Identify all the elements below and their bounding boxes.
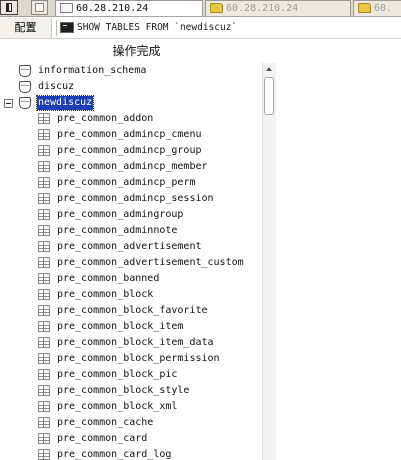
tree-scrollbar[interactable] — [262, 63, 276, 460]
table-name: pre_common_addon — [57, 113, 154, 124]
tree-item-table[interactable]: pre_common_admincp_perm — [0, 175, 262, 191]
table-name: pre_common_admingroup — [57, 209, 184, 220]
tab-connection-2[interactable]: 60.28.210.24 — [205, 0, 351, 16]
table-icon — [38, 193, 50, 204]
table-name: pre_common_block_item_data — [57, 337, 214, 348]
new-tab-button[interactable] — [31, 0, 48, 15]
collapse-icon[interactable] — [4, 99, 13, 108]
table-name: pre_common_block_style — [57, 385, 190, 396]
table-icon — [38, 177, 50, 188]
tree-item-table[interactable]: pre_common_advertisement_custom — [0, 255, 262, 271]
tree-item-database[interactable]: discuz — [0, 79, 262, 95]
table-icon — [38, 337, 50, 348]
tree-item-table[interactable]: pre_common_admingroup — [0, 207, 262, 223]
tree-item-table[interactable]: pre_common_admincp_cmenu — [0, 127, 262, 143]
table-icon — [38, 401, 50, 412]
tree-item-table[interactable]: pre_common_block_style — [0, 383, 262, 399]
tree-item-table[interactable]: pre_common_banned — [0, 271, 262, 287]
table-name: pre_common_banned — [57, 273, 160, 284]
database-icon — [19, 97, 31, 109]
database-icon — [19, 81, 31, 93]
panel-toggle-button[interactable] — [0, 0, 18, 15]
table-name: pre_common_admincp_session — [57, 193, 214, 204]
tree-item-database[interactable]: information_schema — [0, 63, 262, 79]
tree-item-table[interactable]: pre_common_block_item — [0, 319, 262, 335]
console-icon — [60, 3, 73, 13]
tab-label: 60.28.210.24 — [76, 3, 149, 14]
table-name: pre_common_block_favorite — [57, 305, 208, 316]
tree-item-table[interactable]: pre_common_card — [0, 431, 262, 447]
table-icon — [38, 225, 50, 236]
database-name: discuz — [38, 81, 75, 92]
table-name: pre_common_admincp_member — [57, 161, 208, 172]
tab-label: 60.28.210.24 — [226, 3, 299, 14]
tree-item-database[interactable]: newdiscuz — [0, 95, 262, 111]
tree-item-table[interactable]: pre_common_block — [0, 287, 262, 303]
tree-item-table[interactable]: pre_common_card_log — [0, 447, 262, 460]
tree-item-table[interactable]: pre_common_block_pic — [0, 367, 262, 383]
database-icon — [19, 65, 31, 77]
tree-item-table[interactable]: pre_common_advertisement — [0, 239, 262, 255]
table-icon — [38, 369, 50, 380]
table-icon — [38, 145, 50, 156]
table-name: pre_common_block_xml — [57, 401, 178, 412]
table-icon — [38, 113, 50, 124]
table-icon — [38, 449, 50, 460]
database-name: newdiscuz — [35, 95, 95, 111]
tab-strip: 60.28.210.24 60.28.210.24 60. — [0, 0, 401, 17]
tree-item-table[interactable]: pre_common_block_permission — [0, 351, 262, 367]
table-icon — [38, 129, 50, 140]
database-tree: information_schema discuz newdiscuz pre_… — [0, 63, 262, 460]
query-bar: 配置 SHOW TABLES FROM `newdiscuz` — [0, 18, 401, 39]
folder-icon — [358, 3, 371, 13]
table-icon — [38, 321, 50, 332]
folder-icon — [210, 3, 223, 13]
terminal-icon — [60, 22, 74, 33]
table-icon — [38, 209, 50, 220]
tree-item-table[interactable]: pre_common_adminnote — [0, 223, 262, 239]
table-icon — [38, 353, 50, 364]
status-message: 操作完成 — [0, 42, 401, 60]
table-name: pre_common_block — [57, 289, 154, 300]
sql-query-text: SHOW TABLES FROM `newdiscuz` — [77, 22, 238, 33]
table-icon — [38, 417, 50, 428]
status-text: 操作完成 — [112, 44, 161, 58]
scroll-thumb[interactable] — [264, 77, 274, 115]
table-name: pre_common_adminnote — [57, 225, 178, 236]
tree-item-table[interactable]: pre_common_addon — [0, 111, 262, 127]
table-name: pre_common_advertisement — [57, 241, 202, 252]
table-icon — [38, 385, 50, 396]
table-icon — [38, 241, 50, 252]
table-icon — [38, 273, 50, 284]
tree-item-table[interactable]: pre_common_block_favorite — [0, 303, 262, 319]
tree-item-table[interactable]: pre_common_block_item_data — [0, 335, 262, 351]
table-name: pre_common_block_pic — [57, 369, 178, 380]
tab-label: 60. — [374, 3, 393, 14]
table-name: pre_common_admincp_cmenu — [57, 129, 202, 140]
tab-connection-3[interactable]: 60. — [353, 0, 401, 16]
table-name: pre_common_block_item — [57, 321, 184, 332]
table-icon — [38, 161, 50, 172]
table-icon — [38, 305, 50, 316]
tab-connection-1[interactable]: 60.28.210.24 — [55, 0, 203, 16]
database-name: information_schema — [38, 65, 147, 76]
tree-item-table[interactable]: pre_common_admincp_session — [0, 191, 262, 207]
tree-item-table[interactable]: pre_common_admincp_group — [0, 143, 262, 159]
table-name: pre_common_block_permission — [57, 353, 220, 364]
table-icon — [38, 289, 50, 300]
tree-item-table[interactable]: pre_common_admincp_member — [0, 159, 262, 175]
scroll-up-arrow-icon[interactable] — [263, 63, 276, 75]
config-button[interactable]: 配置 — [0, 18, 52, 38]
tree-item-table[interactable]: pre_common_cache — [0, 415, 262, 431]
tree-item-table[interactable]: pre_common_block_xml — [0, 399, 262, 415]
table-name: pre_common_admincp_perm — [57, 177, 196, 188]
table-name: pre_common_cache — [57, 417, 154, 428]
table-icon — [38, 257, 50, 268]
table-icon — [38, 433, 50, 444]
table-name: pre_common_card_log — [57, 449, 172, 460]
sql-query-field[interactable]: SHOW TABLES FROM `newdiscuz` — [56, 20, 401, 36]
table-name: pre_common_admincp_group — [57, 145, 202, 156]
table-name: pre_common_advertisement_custom — [57, 257, 244, 268]
table-name: pre_common_card — [57, 433, 148, 444]
